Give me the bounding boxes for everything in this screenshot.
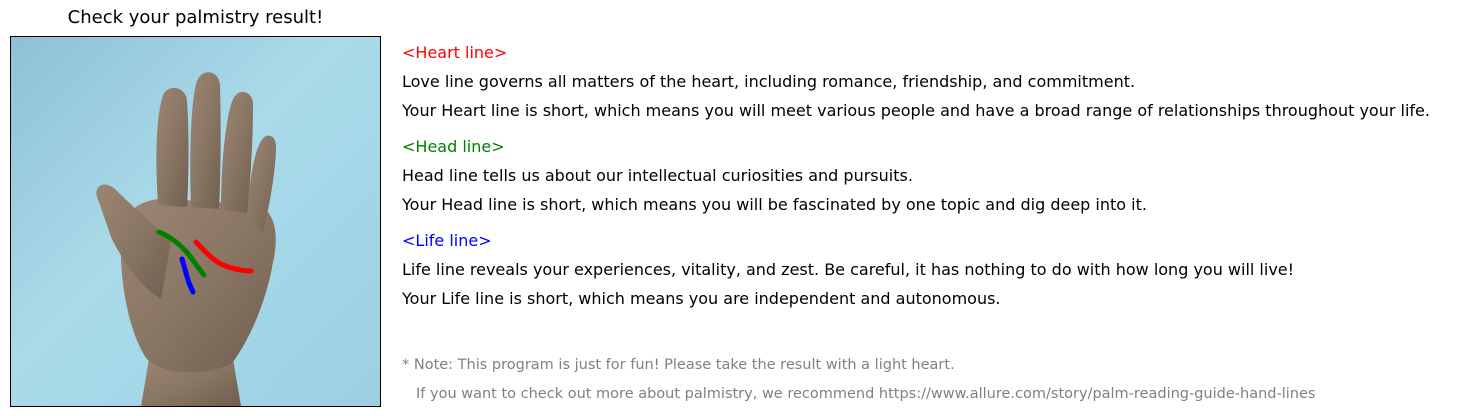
note-disclaimer: * Note: This program is just for fun! Pl… <box>402 357 955 373</box>
note-recommendation: If you want to check out more about palm… <box>416 386 1316 402</box>
head-line-description: Head line tells us about our intellectua… <box>402 166 913 185</box>
result-title: Check your palmistry result! <box>67 7 324 28</box>
head-line-heading: <Head line> <box>402 137 505 156</box>
heart-line-result: Your Heart line is short, which means yo… <box>402 101 1430 120</box>
life-line-description: Life line reveals your experiences, vita… <box>402 260 1295 279</box>
head-line-result: Your Head line is short, which means you… <box>402 195 1147 214</box>
life-line-heading: <Life line> <box>402 231 492 250</box>
life-line-result: Your Life line is short, which means you… <box>402 289 1001 308</box>
heart-line-heading: <Heart line> <box>402 43 508 62</box>
palm-photo <box>11 37 380 406</box>
heart-line-description: Love line governs all matters of the hea… <box>402 72 1136 91</box>
palm-image <box>10 36 381 407</box>
